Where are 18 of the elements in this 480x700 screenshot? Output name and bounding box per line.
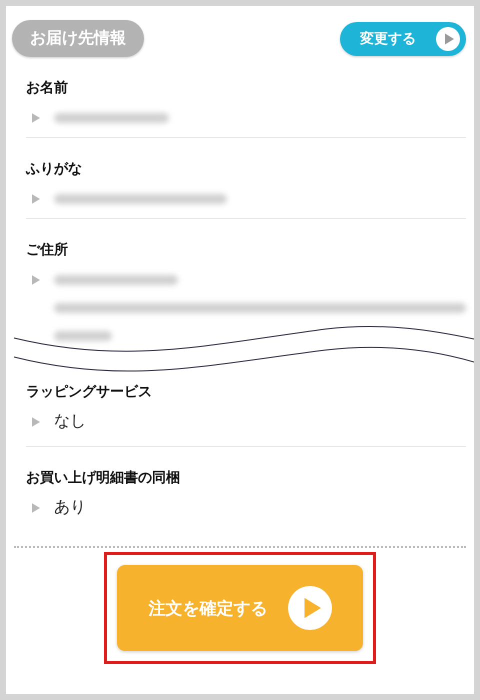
field-label: お買い上げ明細書の同梱 bbox=[26, 469, 181, 487]
section-title: お届け先情報 bbox=[12, 20, 144, 57]
field-value: なし bbox=[54, 411, 86, 432]
bullet-icon bbox=[32, 275, 40, 285]
play-icon bbox=[288, 586, 332, 630]
field-label: ラッピングサービス bbox=[26, 383, 153, 401]
change-button[interactable]: 変更する bbox=[340, 22, 466, 56]
field-label: ご住所 bbox=[26, 241, 69, 259]
field-label: お名前 bbox=[26, 79, 69, 97]
play-icon bbox=[436, 26, 460, 50]
bullet-icon bbox=[32, 113, 40, 123]
bullet-icon bbox=[32, 417, 40, 427]
field-value: あり bbox=[54, 497, 86, 518]
field-label: ふりがな bbox=[26, 160, 83, 178]
blurred-text bbox=[54, 331, 112, 341]
bullet-icon bbox=[32, 503, 40, 513]
confirm-order-button[interactable]: 注文を確定する bbox=[117, 565, 363, 651]
bullet-icon bbox=[32, 194, 40, 204]
